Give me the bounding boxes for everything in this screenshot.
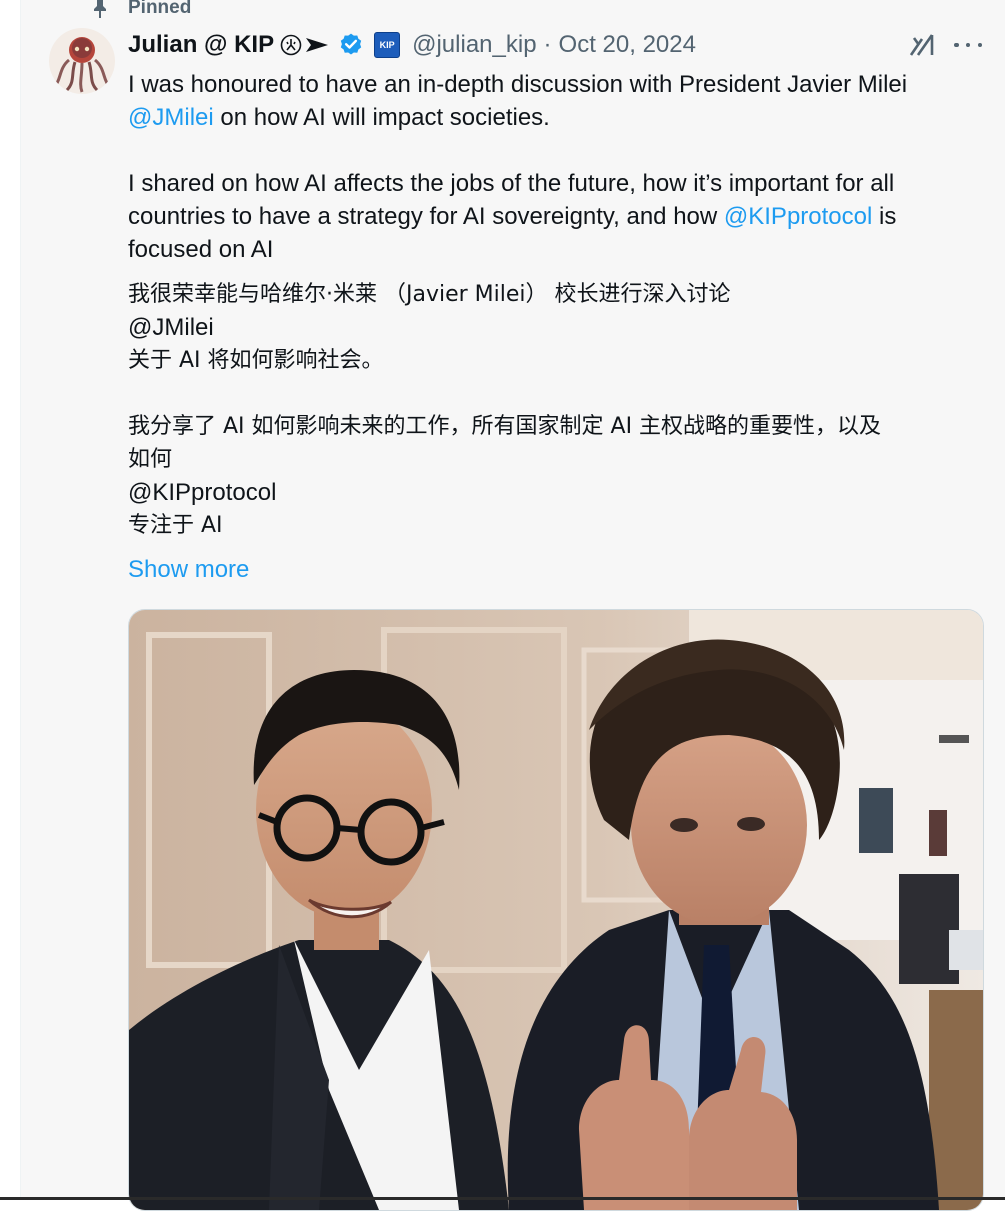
text-line: @JMilei	[128, 314, 214, 341]
text-line: 我很荣幸能与哈维尔·米莱 （Javier Milei） 校长进行深入讨论	[128, 282, 731, 307]
text-line: I shared on how AI affects the jobs of t…	[128, 170, 895, 197]
photo-image	[129, 610, 983, 1210]
avatar[interactable]	[49, 28, 115, 94]
affiliate-badge[interactable]: KIP	[374, 32, 401, 58]
pinned-label: Pinned	[128, 0, 192, 18]
tweet-photo[interactable]	[128, 609, 984, 1211]
fire-kanji-icon	[280, 34, 302, 56]
text-line: focused on AI	[128, 236, 274, 263]
pin-icon	[94, 0, 106, 18]
author-name[interactable]: Julian @ KIP	[128, 31, 274, 59]
text-line: I was honoured to have an in-depth discu…	[128, 71, 908, 98]
tweet-header: Julian @ KIP KIP @julian_kip · Oct 20, 2…	[128, 28, 696, 62]
mention-link[interactable]: @KIPprotocol	[724, 203, 872, 230]
text-fragment: on how AI will impact societies.	[213, 104, 550, 131]
left-gutter	[0, 0, 21, 1200]
text-line: 如何	[128, 447, 173, 472]
tweet-date[interactable]: Oct 20, 2024	[559, 31, 696, 59]
text-line: @JMilei on how AI will impact societies.	[128, 101, 550, 134]
text-line: @KIPprotocol	[128, 479, 277, 506]
author-handle[interactable]: @julian_kip	[412, 31, 536, 59]
name-emoji	[280, 34, 330, 56]
text-line: countries to have a strategy for AI sove…	[128, 200, 896, 233]
grok-icon[interactable]	[908, 30, 936, 58]
arrow-emoji-icon	[306, 38, 329, 52]
mention-link[interactable]: @JMilei	[128, 104, 214, 131]
text-fragment: is	[872, 203, 897, 230]
text-line: 我分享了 AI 如何影响未来的工作，所有国家制定 AI 主权战略的重要性，以及	[128, 414, 882, 439]
pinned-indicator: Pinned	[90, 0, 191, 22]
text-line: 专注于 AI	[128, 513, 223, 538]
more-options-icon[interactable]	[954, 34, 982, 56]
tweet-text: I was honoured to have an in-depth discu…	[128, 68, 978, 548]
header-separator: ·	[543, 31, 552, 58]
show-more-link[interactable]: Show more	[128, 556, 249, 584]
verified-badge-icon	[340, 33, 362, 55]
affiliate-badge-label: KIP	[379, 40, 395, 50]
text-fragment: countries to have a strategy for AI sove…	[128, 203, 724, 230]
text-line: 关于 AI 将如何影响社会。	[128, 348, 384, 373]
